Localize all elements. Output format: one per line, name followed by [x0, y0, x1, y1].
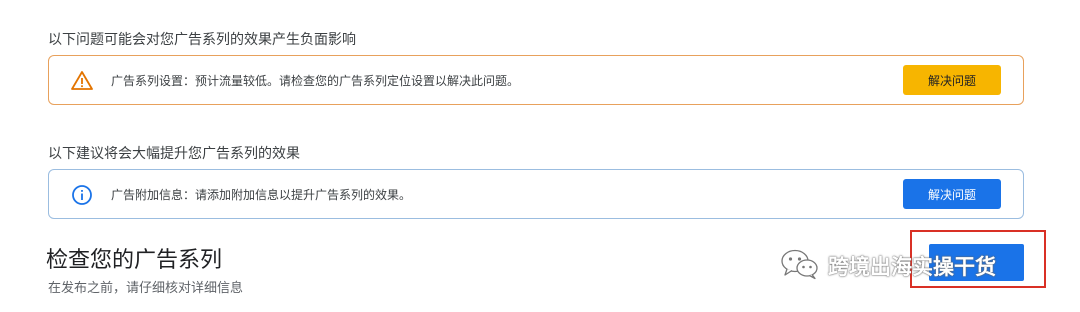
- watermark: 跨境出海实操干货: [780, 248, 996, 284]
- fix-issue-button-extensions[interactable]: 解决问题: [903, 179, 1001, 209]
- review-title: 检查您的广告系列: [46, 248, 223, 273]
- low-traffic-alert: 广告系列设置：预计流量较低。请检查您的广告系列定位设置以解决此问题。 解决问题: [48, 55, 1024, 105]
- negative-impact-heading: 以下问题可能会对您广告系列的效果产生负面影响: [48, 32, 356, 48]
- fix-issue-button-low-traffic[interactable]: 解决问题: [903, 65, 1001, 95]
- extensions-alert-text: 广告附加信息：请添加附加信息以提升广告系列的效果。: [111, 188, 412, 202]
- warning-icon: [71, 70, 93, 92]
- info-icon: [71, 184, 93, 206]
- improvement-heading: 以下建议将会大幅提升您广告系列的效果: [48, 146, 300, 162]
- wechat-icon: [780, 248, 820, 284]
- watermark-text: 跨境出海实操干货: [828, 255, 996, 279]
- extensions-alert: 广告附加信息：请添加附加信息以提升广告系列的效果。 解决问题: [48, 169, 1024, 219]
- low-traffic-alert-text: 广告系列设置：预计流量较低。请检查您的广告系列定位设置以解决此问题。: [111, 74, 520, 88]
- review-subtitle: 在发布之前，请仔细核对详细信息: [48, 281, 244, 296]
